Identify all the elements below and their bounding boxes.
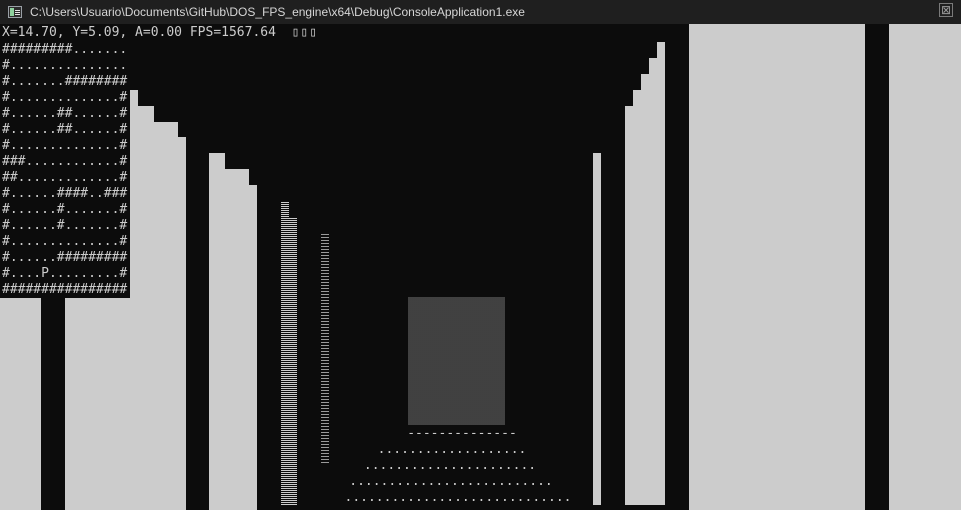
- wall-slice: [889, 24, 961, 510]
- minimap-row: ################: [2, 282, 128, 297]
- minimap-row: #..............#: [2, 90, 128, 105]
- wall-slice: [130, 90, 138, 510]
- wall-slice-shaded: [289, 217, 297, 505]
- minimap-row: ###............#: [2, 154, 128, 169]
- wall-slice: [249, 185, 257, 510]
- hud-status-line: X=14.70, Y=5.09, A=0.00 FPS=1567.64 ▯▯▯: [2, 25, 318, 41]
- close-icon[interactable]: ⊠: [939, 3, 953, 17]
- console-app-icon: [8, 6, 22, 18]
- minimap-row: #########.......: [2, 42, 128, 57]
- wall-slice: [633, 90, 641, 505]
- minimap-row: #......#########: [2, 250, 128, 265]
- window-title: C:\Users\Usuario\Documents\GitHub\DOS_FP…: [30, 5, 525, 19]
- title-bar[interactable]: C:\Users\Usuario\Documents\GitHub\DOS_FP…: [0, 0, 961, 24]
- wall-slice: [225, 169, 249, 510]
- minimap-row: #..............#: [2, 138, 128, 153]
- far-wall-block: [408, 297, 505, 425]
- wall-slice: [138, 106, 154, 510]
- unknown-glyphs: ▯▯▯: [291, 25, 319, 40]
- console-viewport: -------------- ................... .....…: [0, 24, 961, 510]
- wall-slice: [154, 122, 178, 510]
- minimap-row: #....P.........#: [2, 266, 128, 281]
- floor-row: ......................: [363, 458, 537, 473]
- floor-row: ...................: [377, 442, 527, 457]
- console-window: C:\Users\Usuario\Documents\GitHub\DOS_FP…: [0, 0, 961, 510]
- minimap-row: #......##......#: [2, 106, 128, 121]
- wall-slice: [649, 58, 657, 505]
- wall-slice-shaded: [281, 201, 289, 505]
- wall-slice: [641, 74, 649, 505]
- wall-slice-distant: [321, 233, 329, 463]
- floor-row: ..........................: [349, 474, 553, 489]
- wall-slice: [593, 153, 601, 505]
- wall-slice: [657, 42, 665, 505]
- minimap-row: #.......########: [2, 74, 128, 89]
- minimap-row: #......#.......#: [2, 218, 128, 233]
- minimap-row: #...............: [2, 58, 128, 73]
- wall-slice: [178, 137, 186, 510]
- floor-row: .............................: [344, 490, 572, 505]
- floor-row: --------------: [407, 426, 517, 441]
- minimap-row: ##.............#: [2, 170, 128, 185]
- wall-slice: [209, 153, 225, 510]
- position-fps-readout: X=14.70, Y=5.09, A=0.00 FPS=1567.64: [2, 25, 276, 40]
- minimap-row: #..............#: [2, 234, 128, 249]
- minimap-row: #......##......#: [2, 122, 128, 137]
- minimap-row: #......####..###: [2, 186, 128, 201]
- minimap: #########....... #............... #.....…: [0, 42, 130, 298]
- wall-slice: [65, 274, 130, 510]
- wall-slice: [625, 106, 633, 505]
- wall-slice: [689, 24, 865, 510]
- wall-slice: [0, 294, 41, 510]
- minimap-row: #......#.......#: [2, 202, 128, 217]
